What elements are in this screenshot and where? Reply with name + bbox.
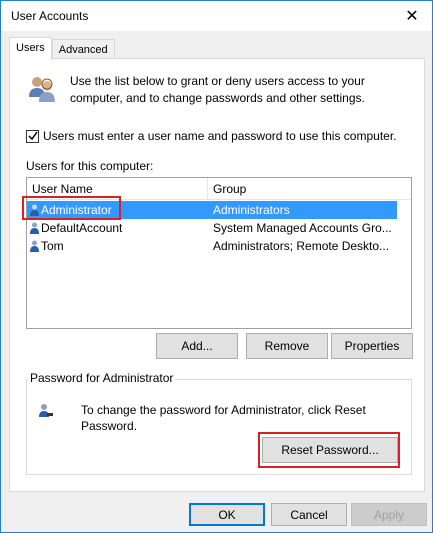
- intro-text: Use the list below to grant or deny user…: [70, 74, 365, 105]
- users-icon: [29, 77, 55, 102]
- window-title: User Accounts: [11, 9, 89, 23]
- column-header-group[interactable]: Group: [208, 178, 411, 200]
- tab-advanced[interactable]: Advanced: [51, 39, 115, 60]
- column-header-user-name[interactable]: User Name: [27, 178, 208, 200]
- user-name: Tom: [41, 239, 64, 253]
- apply-button[interactable]: Apply: [351, 503, 427, 526]
- tab-users[interactable]: Users: [9, 37, 52, 60]
- close-button[interactable]: ✕: [392, 1, 432, 31]
- users-tab-panel: Use the list below to grant or deny user…: [9, 58, 425, 492]
- users-list-label: Users for this computer:: [26, 159, 154, 173]
- user-group: Administrators; Remote Deskto...: [213, 239, 390, 253]
- add-user-button[interactable]: Add...: [156, 333, 238, 359]
- checkmark-icon: [27, 131, 38, 141]
- list-item-defaultaccount[interactable]: DefaultAccount System Managed Accounts G…: [27, 219, 397, 237]
- must-login-label: Users must enter a user name and passwor…: [43, 129, 397, 143]
- user-icon: [30, 222, 39, 234]
- ok-button[interactable]: OK: [189, 503, 265, 526]
- list-header: User Name Group: [27, 178, 411, 200]
- user-group: Administrators: [213, 203, 290, 217]
- checkbox-box[interactable]: [26, 129, 39, 143]
- password-instructions: To change the password for Administrator…: [81, 403, 366, 433]
- user-group: System Managed Accounts Gro...: [213, 221, 392, 235]
- user-icon: [30, 204, 39, 216]
- users-list[interactable]: User Name Group Administrator Administra…: [26, 177, 412, 329]
- list-item-administrator[interactable]: Administrator Administrators: [27, 201, 397, 219]
- properties-button[interactable]: Properties: [331, 333, 413, 359]
- must-login-checkbox[interactable]: Users must enter a user name and passwor…: [26, 129, 397, 143]
- list-item-tom[interactable]: Tom Administrators; Remote Deskto...: [27, 237, 397, 255]
- user-key-icon: [39, 404, 53, 417]
- close-icon: ✕: [405, 8, 419, 25]
- title-bar[interactable]: User Accounts ✕: [1, 1, 432, 31]
- tab-strip: Users Advanced: [9, 37, 115, 60]
- user-name: DefaultAccount: [41, 221, 123, 235]
- remove-user-button[interactable]: Remove: [246, 333, 328, 359]
- user-icon: [30, 240, 39, 252]
- cancel-button[interactable]: Cancel: [271, 503, 347, 526]
- reset-password-button[interactable]: Reset Password...: [262, 437, 398, 463]
- password-group-title: Password for Administrator: [28, 371, 176, 385]
- user-accounts-window: User Accounts ✕ Users Advanced Use the l…: [0, 0, 433, 533]
- user-name: Administrator: [41, 203, 112, 217]
